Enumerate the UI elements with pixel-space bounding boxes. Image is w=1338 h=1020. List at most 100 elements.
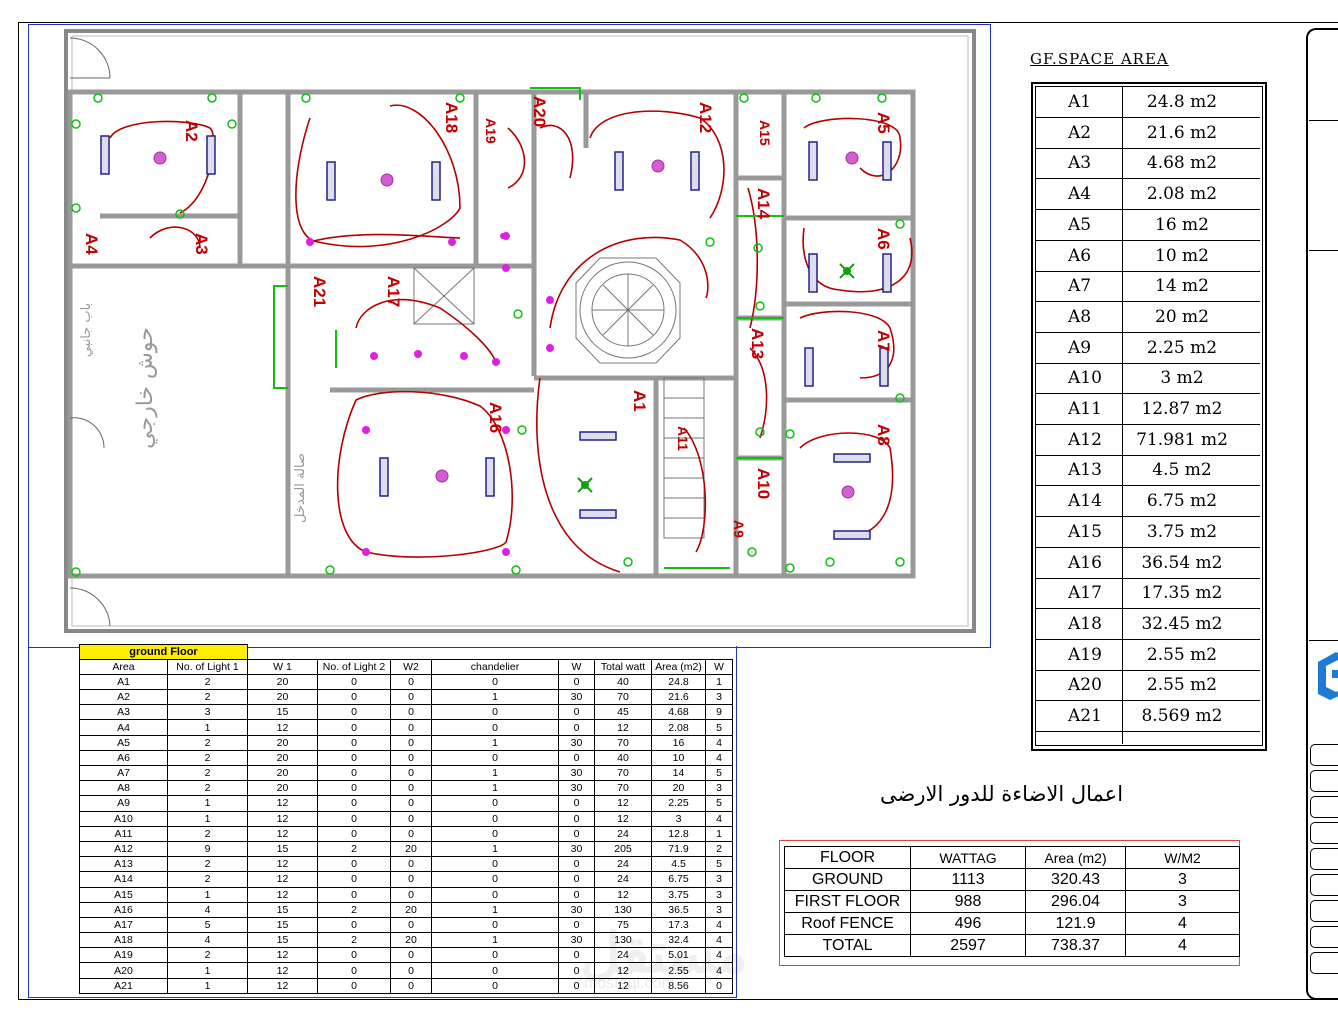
lighting-cell: 16 bbox=[651, 734, 706, 751]
space-area-row: A4 2.08 m2 bbox=[1036, 179, 1260, 211]
lighting-cell: 36.5 bbox=[651, 901, 706, 918]
lighting-cell: 3.75 bbox=[651, 886, 706, 903]
lighting-cell: 0 bbox=[390, 780, 432, 797]
floor-plan-drawing: A2 A3 A4 A18 A19 A20 A12 A15 A5 A14 A6 A… bbox=[64, 29, 976, 633]
lighting-cell: 2 bbox=[167, 871, 248, 888]
lighting-cell: 3 bbox=[705, 780, 733, 797]
lighting-cell: 1 bbox=[431, 764, 559, 782]
lighting-cell: 0 bbox=[317, 886, 391, 903]
summary-row: Roof FENCE 496 121.9 4 bbox=[784, 912, 1240, 935]
lighting-cell: A2 bbox=[79, 689, 168, 706]
space-area-row: A16 36.54 m2 bbox=[1036, 548, 1260, 579]
lighting-cell: 14 bbox=[651, 764, 706, 782]
lighting-cell: 2.25 bbox=[651, 795, 706, 812]
lighting-cell: A10 bbox=[79, 810, 168, 827]
lighting-cell: 0 bbox=[317, 780, 391, 797]
lighting-cell: 2 bbox=[167, 825, 248, 842]
lighting-cell: 21.6 bbox=[651, 689, 706, 706]
lighting-cell: 70 bbox=[594, 734, 652, 751]
lighting-cell: 0 bbox=[390, 871, 432, 888]
lighting-cell: 20 bbox=[247, 689, 318, 706]
room-label-a1: A1 bbox=[630, 390, 649, 412]
space-area-label: A11 bbox=[1068, 399, 1102, 419]
table-row: A15 1 12 0 0 0 0 12 3.75 3 bbox=[79, 886, 733, 903]
space-area-value: 20 m2 bbox=[1155, 306, 1209, 327]
room-label-a19: A19 bbox=[483, 118, 499, 144]
space-area-label: A4 bbox=[1068, 184, 1092, 205]
lighting-cell: 12 bbox=[247, 795, 318, 812]
lighting-cell: 15 bbox=[247, 916, 318, 934]
lighting-cell: 2 bbox=[167, 780, 248, 797]
lighting-cell: 20 bbox=[651, 780, 706, 797]
lighting-cell: 12 bbox=[247, 947, 318, 964]
lighting-header-cell: W bbox=[558, 658, 595, 675]
title-block-field bbox=[1310, 900, 1338, 922]
lighting-cell: A9 bbox=[79, 795, 168, 812]
space-area-label: A21 bbox=[1068, 706, 1102, 726]
gate-label: باب جانبي bbox=[79, 303, 94, 357]
table-row: A2 2 20 0 0 1 30 70 21.6 3 bbox=[79, 689, 733, 706]
title-block-field bbox=[1310, 770, 1338, 792]
lighting-cell: 0 bbox=[431, 810, 559, 827]
lighting-cell: 1 bbox=[431, 780, 559, 797]
space-area-value: 17.35 m2 bbox=[1141, 583, 1223, 604]
lighting-cell: 0 bbox=[431, 719, 559, 736]
lighting-cell: 0 bbox=[431, 916, 559, 934]
lighting-cell: A11 bbox=[79, 825, 168, 842]
title-block-field bbox=[1310, 744, 1338, 766]
lighting-cell: 2 bbox=[167, 764, 248, 782]
space-area-row: A8 20 m2 bbox=[1036, 302, 1260, 333]
lighting-cell: 24.8 bbox=[651, 673, 706, 691]
space-area-label: A5 bbox=[1068, 214, 1092, 235]
lighting-cell: 30 bbox=[558, 840, 595, 858]
lighting-cell: A16 bbox=[79, 901, 168, 918]
lighting-cell: 5 bbox=[705, 719, 733, 736]
lighting-cell: 3 bbox=[705, 689, 733, 706]
space-area-value: 24.8 m2 bbox=[1146, 92, 1218, 112]
lighting-cell: A18 bbox=[79, 932, 168, 949]
space-area-label: A1 bbox=[1068, 92, 1092, 112]
space-area-value: 2.55 m2 bbox=[1146, 644, 1218, 665]
summary-cell: 738.37 bbox=[1025, 934, 1126, 957]
space-area-label: A14 bbox=[1068, 491, 1102, 512]
lighting-header-cell: Area bbox=[79, 658, 168, 675]
space-area-value: 71.981 m2 bbox=[1136, 429, 1228, 450]
summary-header-cell: WATTAG bbox=[910, 846, 1026, 869]
lighting-cell: 30 bbox=[558, 901, 595, 918]
space-area-row: A1 24.8 m2 bbox=[1036, 87, 1260, 118]
lighting-cell: 0 bbox=[431, 856, 559, 873]
summary-cell: FIRST FLOOR bbox=[784, 890, 911, 913]
lighting-cell: A13 bbox=[79, 856, 168, 873]
lighting-cell: 1 bbox=[167, 886, 248, 903]
space-area-label: A10 bbox=[1068, 368, 1102, 389]
room-label-a8: A8 bbox=[874, 424, 893, 446]
lighting-cell: A12 bbox=[79, 840, 168, 858]
lighting-cell: 71.9 bbox=[651, 840, 706, 858]
lighting-cell: 205 bbox=[594, 840, 652, 858]
space-area-row: A13 4.5 m2 bbox=[1036, 455, 1260, 487]
space-area-label: A17 bbox=[1068, 583, 1102, 604]
lighting-cell: 0 bbox=[390, 689, 432, 706]
lighting-cell: 24 bbox=[594, 825, 652, 842]
lighting-cell: 0 bbox=[390, 886, 432, 903]
lighting-cell: 0 bbox=[390, 856, 432, 873]
lighting-cell: 4.68 bbox=[651, 704, 706, 721]
lighting-cell: 12 bbox=[594, 719, 652, 736]
space-area-label: A19 bbox=[1068, 644, 1102, 665]
lighting-header-cell: No. of Light 1 bbox=[167, 658, 248, 675]
lighting-cell: 1 bbox=[167, 719, 248, 736]
lighting-cell: 0 bbox=[390, 719, 432, 736]
summary-cell: 296.04 bbox=[1025, 890, 1126, 913]
title-block-line bbox=[1309, 120, 1338, 121]
summary-header-cell: W/M2 bbox=[1125, 846, 1240, 869]
space-area-value: 14 m2 bbox=[1155, 276, 1209, 297]
lighting-cell: 4 bbox=[167, 932, 248, 949]
space-area-label: A18 bbox=[1068, 613, 1102, 634]
lighting-cell: 2 bbox=[167, 947, 248, 964]
lighting-cell: 20 bbox=[247, 749, 318, 767]
space-area-label: A20 bbox=[1068, 675, 1102, 696]
lighting-cell: 12 bbox=[247, 977, 318, 994]
space-area-label: A7 bbox=[1068, 276, 1092, 297]
space-area-row: A9 2.25 m2 bbox=[1036, 333, 1260, 364]
lighting-circuits bbox=[109, 104, 913, 573]
